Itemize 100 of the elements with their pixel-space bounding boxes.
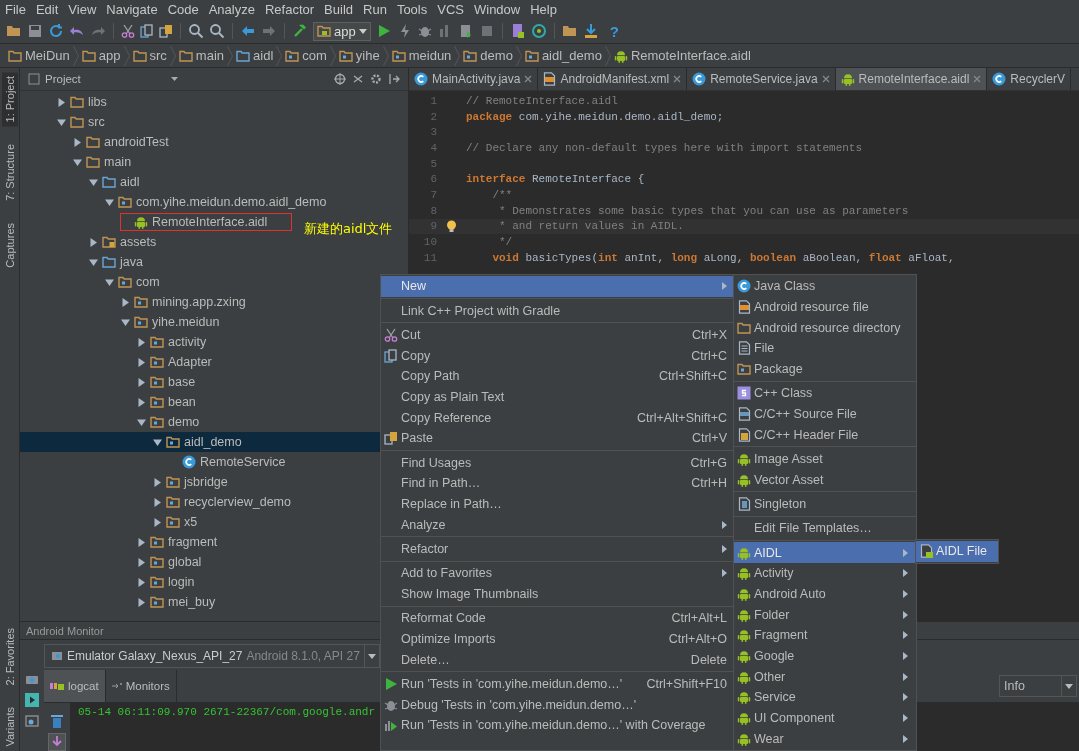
trash-icon[interactable] bbox=[50, 713, 64, 729]
menu-item[interactable]: Singleton bbox=[734, 493, 916, 515]
menu-item[interactable]: C/C++ Source File bbox=[734, 403, 916, 425]
monitor-tab[interactable]: logcat bbox=[44, 670, 106, 702]
expand-arrow-icon[interactable] bbox=[153, 517, 162, 527]
tool-window-tab[interactable]: Variants bbox=[1, 703, 18, 751]
menu-item[interactable]: Reformat Code Ctrl+Alt+L bbox=[381, 607, 735, 629]
menu-item[interactable]: Android Auto bbox=[734, 583, 916, 605]
tool-window-tab[interactable]: 7: Structure bbox=[1, 140, 18, 206]
tree-item[interactable]: aidl_demo bbox=[152, 433, 243, 451]
tree-item[interactable]: bean bbox=[136, 393, 197, 411]
tree-item[interactable]: fragment bbox=[136, 533, 219, 551]
collapse-arrow-icon[interactable] bbox=[137, 417, 146, 427]
device-dropdown[interactable]: Emulator Galaxy_Nexus_API_27 Android 8.1.0, API 27 bbox=[44, 644, 380, 668]
menu-item[interactable]: Find in Path… Ctrl+H bbox=[381, 472, 735, 494]
menu-bar-item[interactable]: Edit bbox=[35, 2, 59, 17]
settings-icon[interactable] bbox=[370, 73, 382, 85]
menu-item[interactable]: Folder bbox=[734, 604, 916, 625]
tool-window-tab[interactable]: 2: Favorites bbox=[1, 624, 18, 690]
menu-item[interactable]: Show Image Thumbnails bbox=[381, 583, 735, 605]
menu-item[interactable]: Service bbox=[734, 687, 916, 708]
menu-item[interactable]: Run 'Tests in 'com.yihe.meidun.demo…' Ctrl+Shift+F10 bbox=[381, 673, 735, 695]
folder-icon[interactable] bbox=[6, 23, 22, 39]
menu-item[interactable]: Edit File Templates… bbox=[734, 517, 916, 539]
menu-item[interactable]: Refactor bbox=[381, 538, 735, 560]
camera-icon[interactable] bbox=[25, 673, 39, 685]
menu-item[interactable]: Add to Favorites bbox=[381, 562, 735, 584]
menu-item[interactable]: Android resource file bbox=[734, 296, 916, 318]
editor-tab[interactable]: MainActivity.java bbox=[409, 68, 539, 90]
log-level-dropdown[interactable]: Info bbox=[999, 675, 1077, 697]
menu-item[interactable]: New bbox=[381, 276, 735, 297]
menu-item[interactable]: Optimize Imports Ctrl+Alt+O bbox=[381, 628, 735, 650]
menu-bar-item[interactable]: Navigate bbox=[106, 2, 158, 17]
tree-item[interactable]: androidTest bbox=[72, 133, 170, 151]
collapse-arrow-icon[interactable] bbox=[105, 197, 114, 207]
breadcrumb-item[interactable]: meidun bbox=[391, 48, 452, 63]
menu-bar-item[interactable]: File bbox=[5, 2, 26, 17]
expand-arrow-icon[interactable] bbox=[137, 397, 146, 407]
tool-window-tab[interactable]: Captures bbox=[1, 219, 18, 272]
menu-item[interactable]: Other bbox=[734, 666, 916, 688]
breadcrumb-item[interactable]: yihe bbox=[338, 48, 380, 63]
menu-bar-item[interactable]: Run bbox=[363, 2, 387, 17]
collapse-arrow-icon[interactable] bbox=[89, 257, 98, 267]
menu-item[interactable]: Wear bbox=[734, 728, 916, 750]
tree-item[interactable]: global bbox=[136, 553, 203, 571]
menu-item[interactable]: Java Class bbox=[734, 276, 916, 297]
menu-item[interactable]: Image Asset bbox=[734, 448, 916, 470]
menu-item[interactable]: Replace in Path… bbox=[381, 493, 735, 515]
screen-record-icon[interactable] bbox=[25, 715, 39, 729]
breadcrumb-item[interactable]: MeiDun bbox=[8, 48, 70, 63]
save-icon[interactable] bbox=[27, 23, 43, 39]
menu-item[interactable]: Delete… Delete bbox=[381, 649, 735, 670]
breadcrumb-item[interactable]: demo bbox=[463, 48, 513, 63]
collapse-arrow-icon[interactable] bbox=[153, 437, 162, 447]
expand-arrow-icon[interactable] bbox=[73, 137, 82, 147]
expand-arrow-icon[interactable] bbox=[137, 557, 146, 567]
menu-item[interactable]: Vector Asset bbox=[734, 469, 916, 491]
breadcrumb-item[interactable]: aidl_demo bbox=[524, 48, 602, 63]
expand-arrow-icon[interactable] bbox=[137, 577, 146, 587]
menu-item[interactable]: Fragment bbox=[734, 624, 916, 646]
menu-item[interactable]: Copy Path Ctrl+Shift+C bbox=[381, 365, 735, 387]
menu-bar-item[interactable]: Code bbox=[167, 2, 199, 17]
expand-arrow-icon[interactable] bbox=[137, 597, 146, 607]
tree-item[interactable]: Adapter bbox=[136, 353, 213, 371]
breadcrumb-item[interactable]: app bbox=[81, 48, 121, 63]
menu-item[interactable]: Run 'Tests in 'com.yihe.meidun.demo…' with Coverage bbox=[381, 714, 735, 736]
editor-tab[interactable]: RecyclerV bbox=[987, 68, 1071, 90]
tree-item[interactable]: mining.app.zxing bbox=[120, 293, 247, 311]
menu-item[interactable]: Android resource directory bbox=[734, 317, 916, 339]
close-icon[interactable] bbox=[673, 75, 682, 83]
tree-item[interactable]: login bbox=[136, 573, 196, 591]
expand-arrow-icon[interactable] bbox=[137, 537, 146, 547]
menu-item[interactable]: Find Usages Ctrl+G bbox=[381, 452, 735, 473]
expand-arrow-icon[interactable] bbox=[89, 237, 98, 247]
folder-icon[interactable] bbox=[561, 23, 578, 39]
menu-bar-item[interactable]: Build bbox=[324, 2, 353, 17]
monitor-tab[interactable]: Monitors bbox=[105, 670, 177, 702]
menu-bar-item[interactable]: Refactor bbox=[264, 2, 315, 17]
pin-icon[interactable] bbox=[111, 682, 122, 690]
menu-bar-item[interactable]: View bbox=[68, 2, 97, 17]
lightbulb-icon[interactable] bbox=[446, 219, 457, 233]
menu-item[interactable]: AIDL File bbox=[916, 541, 998, 562]
menu-item[interactable]: Copy Ctrl+C bbox=[381, 345, 735, 366]
hammer-icon[interactable] bbox=[292, 23, 308, 39]
close-icon[interactable] bbox=[524, 75, 533, 83]
expand-arrow-icon[interactable] bbox=[57, 97, 66, 107]
hide-icon[interactable] bbox=[388, 73, 400, 85]
tree-item[interactable]: x5 bbox=[152, 513, 199, 531]
breadcrumb-item[interactable]: com bbox=[285, 48, 327, 63]
editor-tab[interactable]: RemoteService.java bbox=[687, 68, 836, 90]
menu-item[interactable]: C/C++ Header File bbox=[734, 424, 916, 446]
tree-item[interactable]: activity bbox=[136, 333, 208, 351]
menu-bar-item[interactable]: Window bbox=[473, 2, 521, 17]
collapse-arrow-icon[interactable] bbox=[73, 157, 82, 167]
play-icon[interactable] bbox=[25, 693, 39, 707]
menu-bar-item[interactable]: Help bbox=[530, 2, 557, 17]
editor-tab[interactable]: AndroidManifest.xml bbox=[538, 68, 688, 90]
menu-item[interactable]: Activity bbox=[734, 562, 916, 584]
collapse-arrow-icon[interactable] bbox=[105, 277, 114, 287]
view-dropdown[interactable]: Project bbox=[28, 73, 178, 85]
